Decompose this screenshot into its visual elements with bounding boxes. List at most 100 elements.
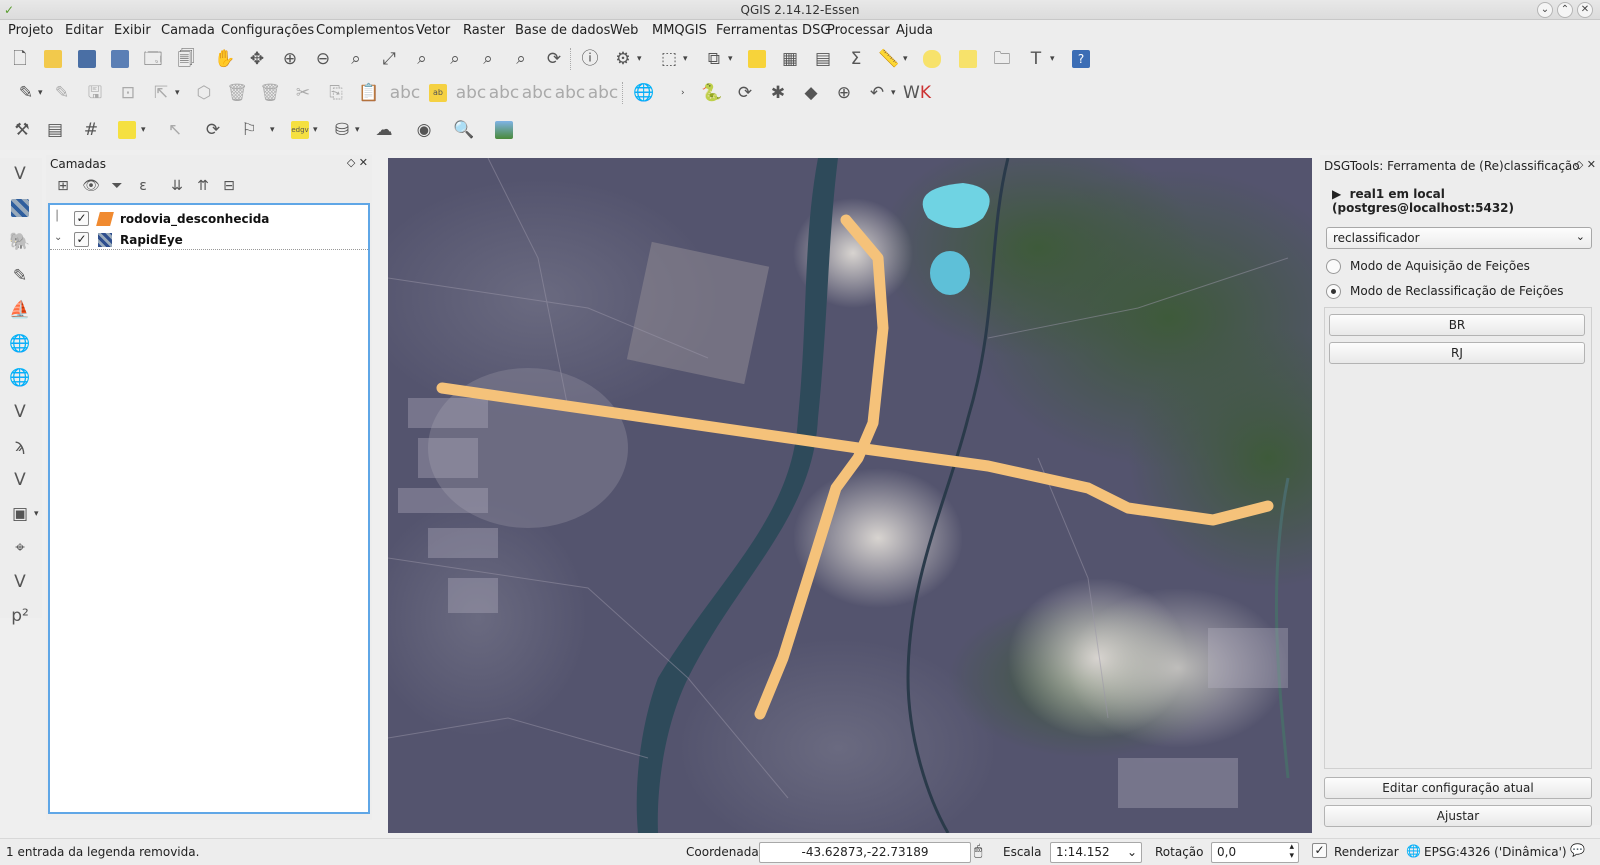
radio-button[interactable] <box>1326 259 1341 274</box>
deselect-all-icon[interactable] <box>745 47 769 71</box>
add-wms-layer-icon[interactable]: 🌐 <box>8 332 32 356</box>
add-vector-layer-icon[interactable]: V <box>8 162 32 186</box>
zoom-full-icon[interactable]: ⤢ <box>377 47 401 71</box>
menu-editar[interactable]: Editar <box>65 23 104 38</box>
delete-selected-icon[interactable]: 🗑 <box>225 81 249 105</box>
chevron-down-icon[interactable]: ▾ <box>637 54 645 64</box>
paste-features-icon[interactable]: 📋 <box>357 81 381 105</box>
edgv-icon[interactable]: edgv <box>288 118 312 142</box>
menu-base-de-dados[interactable]: Base de dados <box>515 23 610 38</box>
refresh-layers-icon[interactable]: ⟳ <box>201 118 225 142</box>
menu-ajuda[interactable]: Ajuda <box>896 23 933 38</box>
expand-all-icon[interactable]: ⇊ <box>166 175 188 197</box>
p2-icon[interactable]: p² <box>8 604 32 628</box>
python-console-icon[interactable]: 🐍 <box>700 81 724 105</box>
chevron-down-icon[interactable]: ▾ <box>683 54 691 64</box>
minimize-button[interactable]: ⌄ <box>1537 2 1553 18</box>
help-icon[interactable]: ? <box>1069 47 1093 71</box>
field-calculator-icon[interactable]: ▤ <box>811 47 835 71</box>
chevron-down-icon[interactable]: ▾ <box>34 509 42 519</box>
panel-float-close-buttons[interactable]: ◇ ✕ <box>347 156 368 169</box>
edit-config-button[interactable]: Editar configuração atual <box>1324 777 1592 799</box>
toggle-editing-icon[interactable]: ✎ <box>50 81 74 105</box>
chevron-down-icon[interactable]: ⌄ <box>54 232 62 243</box>
search-icon[interactable]: 🔍 <box>452 118 476 142</box>
connection-label[interactable]: ▶ real1 em local (postgres@localhost:543… <box>1332 187 1600 215</box>
chevron-down-icon[interactable]: ▾ <box>175 88 183 98</box>
pin-labels-icon[interactable]: abc <box>456 81 487 105</box>
pan-map-icon[interactable]: ✋ <box>213 47 237 71</box>
remove-layer-icon[interactable]: ⊟ <box>218 175 240 197</box>
gps-tools-icon[interactable]: ⌖ <box>8 536 32 560</box>
mouse-coordinate-toggle-icon[interactable]: 🖱 <box>974 843 982 859</box>
scale-field[interactable]: 1:14.152 ⌄ <box>1050 842 1142 863</box>
label-icon[interactable]: abc <box>390 81 421 105</box>
layer-labeling-icon[interactable]: ab <box>426 81 450 105</box>
georeferencer-icon[interactable]: ⚒ <box>10 118 34 142</box>
class-button-br[interactable]: BR <box>1329 314 1585 336</box>
chevron-down-icon[interactable]: ▾ <box>38 88 46 98</box>
chevron-down-icon[interactable]: ▾ <box>355 125 363 135</box>
move-feature-icon[interactable]: ⇱ <box>149 81 173 105</box>
plugin-bug-icon[interactable]: ✱ <box>766 81 790 105</box>
open-layers-icon[interactable]: ◉ <box>412 118 436 142</box>
chevron-down-icon[interactable]: ▾ <box>903 54 911 64</box>
menu-mmqgis[interactable]: MMQGIS <box>652 23 707 38</box>
new-bookmark-icon[interactable] <box>956 47 980 71</box>
add-wms-globe-icon[interactable]: 🌐 <box>632 81 656 105</box>
radio-button[interactable] <box>1326 284 1341 299</box>
new-spatialite-layer-icon[interactable]: ▣ <box>8 502 32 526</box>
image-icon[interactable] <box>492 118 516 142</box>
menu-web[interactable]: Web <box>610 23 638 38</box>
spinner-arrows-icon[interactable]: ▴ ▾ <box>1289 843 1294 861</box>
profile-select[interactable]: reclassificador ⌄ <box>1326 227 1592 249</box>
menu-complementos[interactable]: Complementos <box>316 23 414 38</box>
crosshair-icon[interactable]: ⊕ <box>832 81 856 105</box>
attribute-table-icon[interactable]: ▦ <box>778 47 802 71</box>
zoom-to-layer-icon[interactable]: ⌕ <box>443 47 467 71</box>
zoom-out-icon[interactable]: ⊖ <box>311 47 335 71</box>
rotation-field[interactable]: 0,0 ▴ ▾ <box>1211 842 1299 863</box>
cursor-icon[interactable]: ↖ <box>163 118 187 142</box>
menu-raster[interactable]: Raster <box>463 23 505 38</box>
postgis-icon[interactable]: ⚐ <box>237 118 261 142</box>
add-wfs-layer-icon[interactable]: V <box>8 400 32 424</box>
collapse-all-icon[interactable]: ⇈ <box>192 175 214 197</box>
render-checkbox[interactable]: ✓ <box>1312 843 1327 858</box>
coordinate-field[interactable]: -43.62873,-22.73189 <box>759 842 971 863</box>
zoom-next-icon[interactable]: ⌕ <box>509 47 533 71</box>
layer-stack-icon[interactable]: ▤ <box>43 118 67 142</box>
wkt-icon[interactable]: WK <box>903 81 931 105</box>
chevron-down-icon[interactable]: ▾ <box>270 125 278 135</box>
crs-globe-icon[interactable]: 🌐 <box>1406 844 1421 858</box>
crs-label[interactable]: EPSG:4326 ('Dinâmica') <box>1424 845 1567 859</box>
menu-projeto[interactable]: Projeto <box>8 23 53 38</box>
copy-features-icon[interactable]: ⎘ <box>324 81 348 105</box>
save-layer-edits-icon[interactable]: 🖫 <box>83 81 107 105</box>
zoom-to-selection-icon[interactable]: ⌕ <box>410 47 434 71</box>
dsg-tools-icon[interactable]: ⟳ <box>733 81 757 105</box>
new-project-icon[interactable]: 🗋 <box>8 47 32 71</box>
refresh-icon[interactable]: ⟳ <box>542 47 566 71</box>
node-tool-icon[interactable]: ⬡ <box>192 81 216 105</box>
class-button-rj[interactable]: RJ <box>1329 342 1585 364</box>
add-feature-icon[interactable]: ⊡ <box>116 81 140 105</box>
add-spatialite-layer-icon[interactable]: ✎ <box>8 264 32 288</box>
pan-to-selection-icon[interactable]: ✥ <box>245 47 269 71</box>
open-project-icon[interactable] <box>41 47 65 71</box>
layer-row-rodovia[interactable]: │ ✓ rodovia_desconhecida <box>50 209 368 229</box>
show-bookmarks-icon[interactable]: 🗀 <box>990 47 1014 71</box>
rotate-label-icon[interactable]: abc <box>555 81 586 105</box>
save-project-icon[interactable] <box>75 47 99 71</box>
add-delimited-text-icon[interactable]: ϡ <box>8 434 32 458</box>
menu-processar[interactable]: Processar <box>827 23 890 38</box>
panel-float-close-buttons[interactable]: ◇ ✕ <box>1575 158 1596 171</box>
plugin-red-icon[interactable]: ◆ <box>799 81 823 105</box>
chevron-right-icon[interactable]: › <box>681 88 689 98</box>
identify-features-icon[interactable]: ⓘ <box>578 47 602 71</box>
current-edits-icon[interactable]: ✎ <box>14 81 38 105</box>
database-icon[interactable]: ⛁ <box>330 118 354 142</box>
chevron-down-icon[interactable]: ▾ <box>313 125 321 135</box>
menu-vetor[interactable]: Vetor <box>416 23 450 38</box>
add-mssql-layer-icon[interactable]: ⛵ <box>8 298 32 322</box>
